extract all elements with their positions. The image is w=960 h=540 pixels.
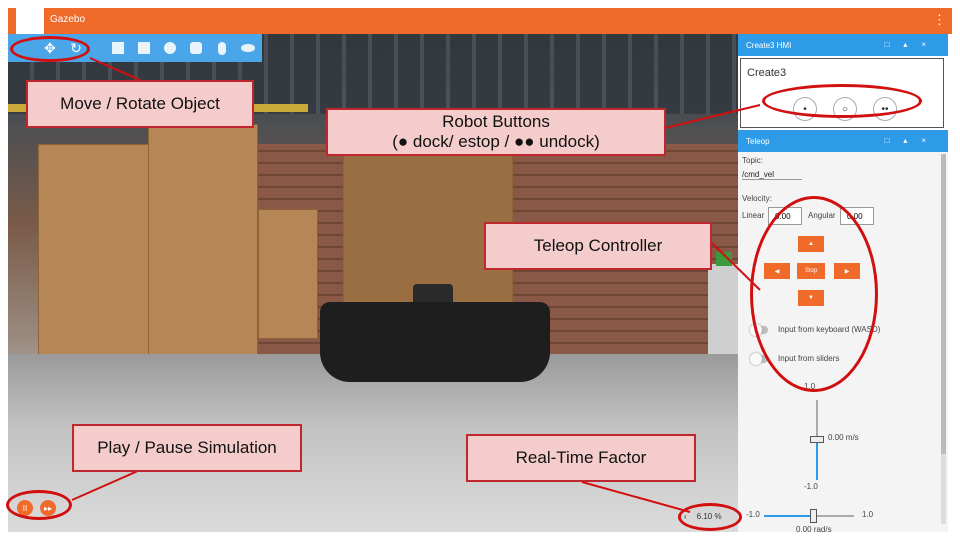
topic-input-underline [742,179,802,180]
panel-window-controls[interactable]: □▴× [884,136,940,145]
robot-model[interactable] [320,302,550,382]
linear-slider[interactable] [810,400,824,480]
linear-label: Linear [742,211,765,220]
angular-slider-min: -1.0 [746,510,760,519]
title-bar: Gazebo ⋮ [8,8,952,34]
teleop-panel-title: Teleop [746,136,770,146]
play-pause-annotation: Play / Pause Simulation [72,424,302,472]
panel-window-controls[interactable]: □▴× [884,40,940,49]
topic-input[interactable]: /cmd_vel [742,170,774,179]
warehouse-door [708,264,738,364]
capsule-icon[interactable] [212,38,232,58]
robot-buttons-annotation: Robot Buttons (● dock/ estop / ●● undock… [326,108,666,156]
exit-sign [716,252,732,266]
angular-slider-max: 1.0 [862,510,874,519]
ellipsoid-icon[interactable] [238,38,258,58]
cardboard-stack-middle [148,124,258,364]
box-icon[interactable] [134,38,154,58]
angular-slider-handle[interactable] [810,509,817,523]
cylinder-icon[interactable] [186,38,206,58]
robot-buttons-highlight [762,84,922,118]
teleop-highlight [750,196,878,392]
sphere-icon[interactable] [160,38,180,58]
play-pause-highlight [6,490,72,520]
rtf-highlight [678,503,742,531]
robot-buttons-title: Robot Buttons [442,111,550,131]
cardboard-stack-right [258,209,318,339]
linear-slider-min: -1.0 [804,482,818,491]
angular-slider-value: 0.00 rad/s [796,525,832,534]
teleop-annotation: Teleop Controller [484,222,712,270]
teleop-scrollbar[interactable] [941,154,946,524]
teleop-panel-header: Teleop □▴× [738,130,948,152]
linear-slider-value: 0.00 m/s [828,433,859,442]
move-rotate-annotation: Move / Rotate Object [26,80,254,128]
window-menu-icon[interactable]: ⋮ [933,12,946,28]
robot-buttons-subtitle: (● dock/ estop / ●● undock) [392,132,600,151]
angular-slider[interactable] [764,509,854,523]
topic-label: Topic: [742,156,763,165]
hmi-panel-header: Create3 HMI □▴× [738,34,948,56]
app-title: Gazebo [50,14,86,25]
grid-icon[interactable] [108,38,128,58]
cardboard-stack-left [38,144,158,364]
linear-slider-handle[interactable] [810,436,824,443]
move-rotate-highlight [10,36,90,62]
hmi-panel-title: Create3 HMI [746,40,792,50]
robot-name: Create3 [747,67,787,79]
velocity-label: Velocity: [742,194,772,203]
app-logo [16,8,44,34]
rtf-annotation: Real-Time Factor [466,434,696,482]
